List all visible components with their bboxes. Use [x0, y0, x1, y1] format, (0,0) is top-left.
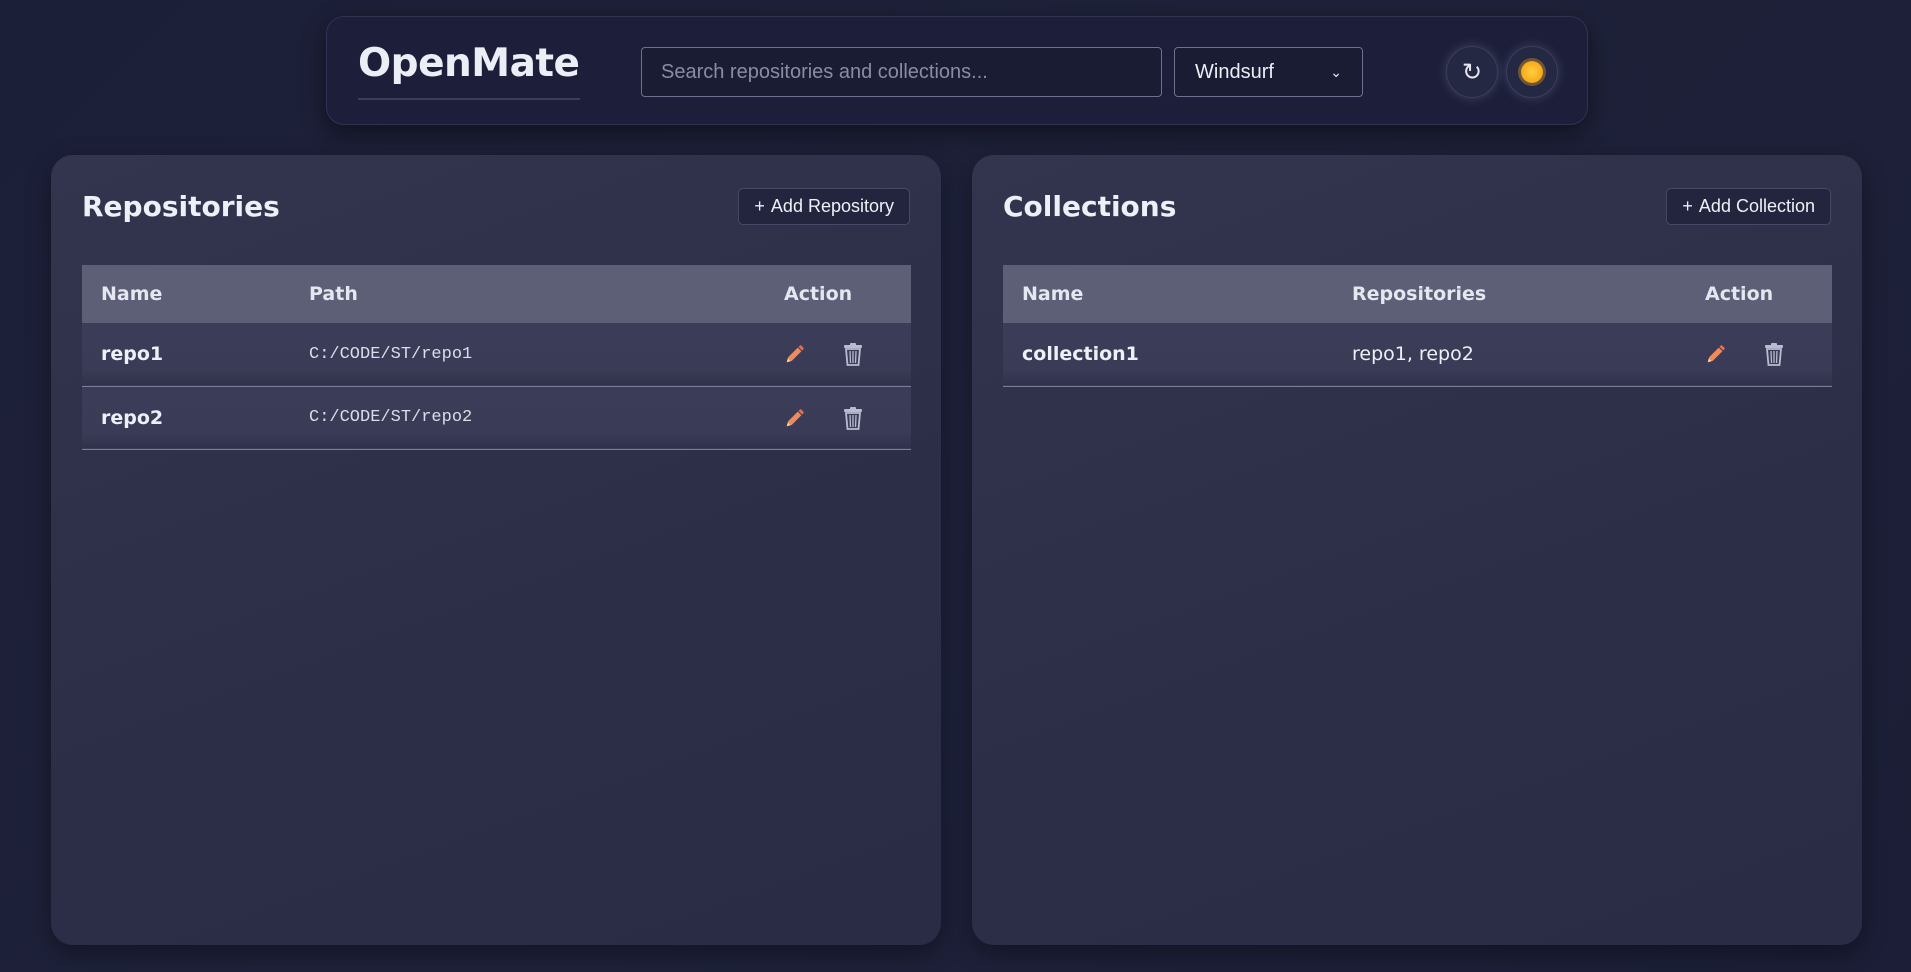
top-bar: OpenMate Windsurf ⌄ ↻: [326, 16, 1588, 125]
pencil-icon: [786, 408, 804, 426]
repositories-panel: Repositories + Add Repository Name Path …: [51, 155, 941, 945]
collections-panel: Collections + Add Collection Name Reposi…: [972, 155, 1862, 945]
add-repository-label: Add Repository: [770, 196, 894, 216]
trash-icon: [844, 406, 862, 430]
collection-name: collection1: [1022, 343, 1139, 366]
column-header-action: Action: [784, 283, 853, 305]
search-input[interactable]: [641, 47, 1162, 97]
collection-repositories: repo1, repo2: [1352, 343, 1474, 366]
theme-toggle-button[interactable]: [1506, 46, 1558, 98]
collections-title: Collections: [1003, 190, 1177, 223]
sun-icon: [1521, 61, 1543, 83]
refresh-icon: ↻: [1461, 58, 1483, 86]
repositories-table: Name Path Action repo1 C:/CODE/ST/repo1: [82, 265, 911, 450]
table-header-row: Name Path Action: [82, 265, 911, 323]
repo-name: repo1: [101, 343, 164, 366]
plus-icon: +: [1682, 196, 1693, 216]
collections-table: Name Repositories Action collection1 rep…: [1003, 265, 1832, 387]
edit-repo-button[interactable]: [784, 406, 806, 430]
repo-path: C:/CODE/ST/repo1: [309, 344, 473, 364]
add-collection-label: Add Collection: [1698, 196, 1815, 216]
trash-icon: [1765, 343, 1783, 367]
add-repository-button[interactable]: + Add Repository: [738, 188, 910, 225]
delete-collection-button[interactable]: [1763, 342, 1785, 367]
plus-icon: +: [754, 196, 765, 216]
table-header-row: Name Repositories Action: [1003, 265, 1832, 323]
repositories-title: Repositories: [82, 190, 280, 223]
pencil-icon: [1707, 345, 1725, 363]
edit-collection-button[interactable]: [1705, 342, 1727, 366]
delete-repo-button[interactable]: [842, 406, 864, 430]
edit-repo-button[interactable]: [784, 342, 806, 366]
delete-repo-button[interactable]: [842, 342, 864, 367]
refresh-button[interactable]: ↻: [1446, 46, 1498, 98]
editor-select-value: Windsurf: [1195, 60, 1274, 83]
editor-select[interactable]: Windsurf ⌄: [1174, 47, 1363, 97]
table-row: repo2 C:/CODE/ST/repo2: [82, 386, 911, 449]
column-header-path: Path: [309, 283, 358, 305]
column-header-repositories: Repositories: [1352, 283, 1487, 305]
pencil-icon: [786, 345, 804, 363]
table-row: collection1 repo1, repo2: [1003, 323, 1832, 386]
table-row: repo1 C:/CODE/ST/repo1: [82, 323, 911, 386]
trash-icon: [844, 343, 862, 367]
chevron-down-icon: ⌄: [1330, 63, 1342, 80]
app-title: OpenMate: [358, 41, 580, 100]
column-header-name: Name: [1022, 283, 1084, 305]
repo-name: repo2: [101, 406, 164, 429]
repo-path: C:/CODE/ST/repo2: [309, 408, 473, 427]
column-header-action: Action: [1705, 283, 1774, 305]
column-header-name: Name: [101, 283, 163, 305]
add-collection-button[interactable]: + Add Collection: [1666, 188, 1831, 225]
